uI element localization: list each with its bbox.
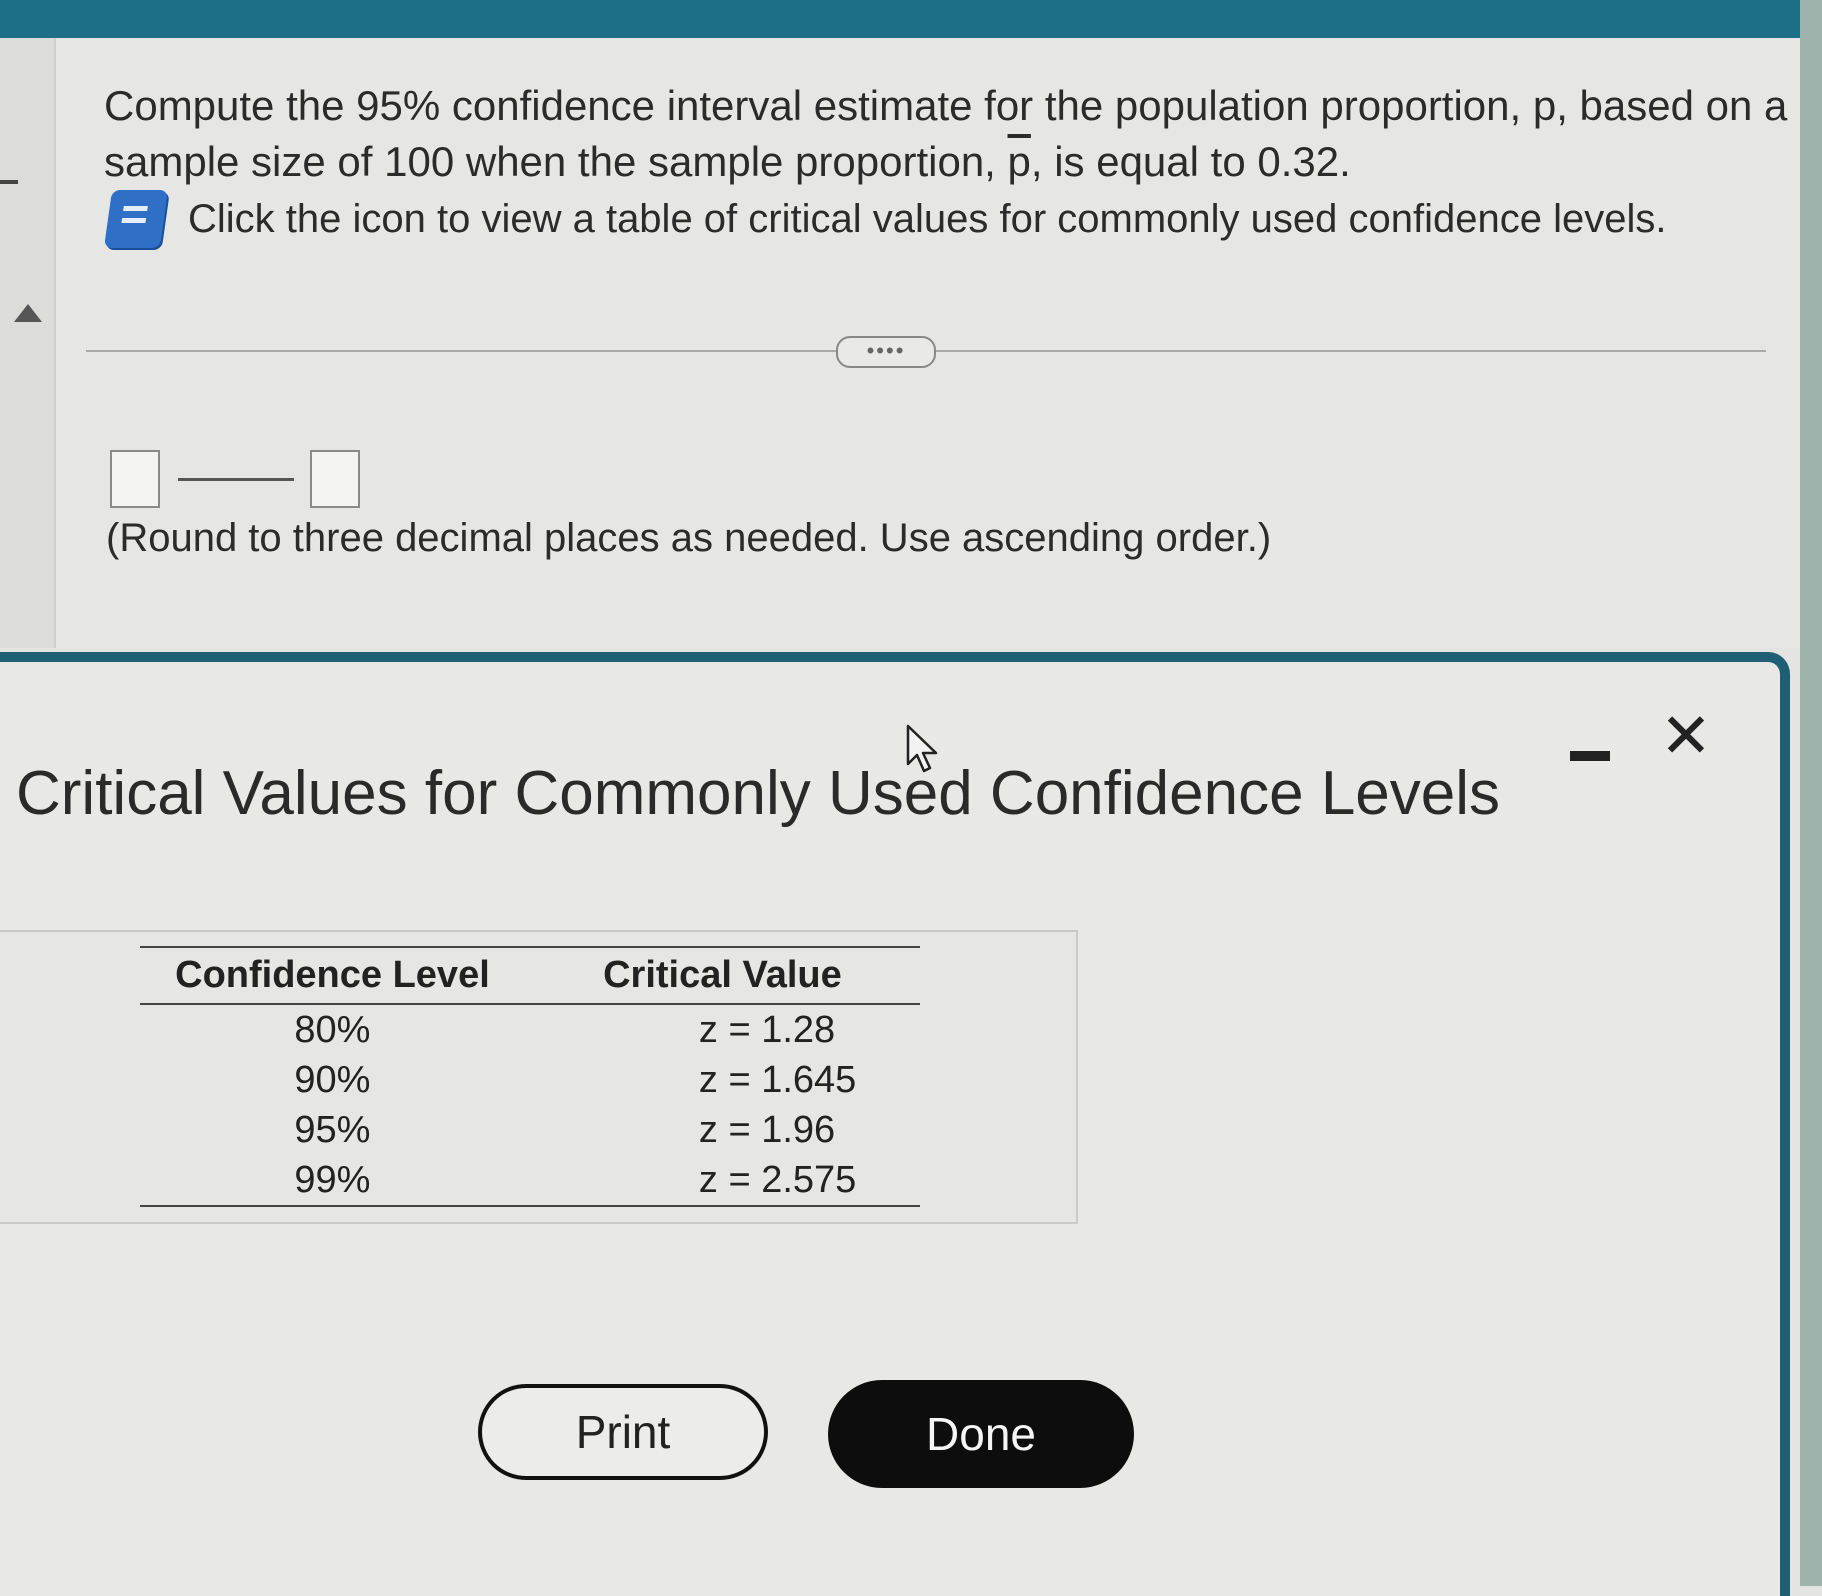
confidence-level-cell: 90% [294, 1059, 371, 1101]
window-right-edge [1800, 0, 1822, 1586]
question-text-part-b: , is equal to 0.32. [1030, 138, 1351, 185]
book-icon[interactable] [103, 190, 169, 248]
table-row: 80% z = 1.28 [140, 1004, 920, 1055]
question-text-part-a: Compute the 95% confidence interval esti… [104, 82, 1788, 185]
question-panel: Compute the 95% confidence interval esti… [56, 38, 1800, 648]
header-critical-value: Critical Value [524, 946, 920, 1005]
critical-value-cell: z = 1.96 [698, 1109, 836, 1151]
collapse-arrow-icon[interactable] [14, 304, 42, 322]
confidence-level-cell: 95% [294, 1109, 371, 1151]
hint-row: Click the icon to view a table of critic… [103, 190, 1667, 248]
critical-value-cell: z = 1.28 [698, 1009, 836, 1051]
lower-bound-input[interactable] [110, 450, 160, 508]
critical-values-table: Confidence Level Critical Value 80% z = … [140, 946, 920, 1207]
close-icon[interactable]: ✕ [1660, 706, 1712, 768]
table-row: 99% z = 2.575 [140, 1155, 920, 1207]
confidence-level-cell: 99% [140, 1155, 525, 1207]
expand-more-button[interactable]: •••• [836, 336, 936, 368]
table-header-row: Confidence Level Critical Value [140, 946, 920, 1005]
question-text: Compute the 95% confidence interval esti… [104, 78, 1794, 190]
confidence-level-cell: 80% [294, 1009, 371, 1051]
critical-value-cell: z = 1.645 [698, 1059, 857, 1101]
left-rail [0, 38, 56, 648]
round-instruction: (Round to three decimal places as needed… [106, 516, 1272, 560]
critical-values-dialog: Critical Values for Commonly Used Confid… [0, 652, 1790, 1596]
mouse-cursor-icon [906, 724, 940, 779]
answer-row [110, 450, 360, 508]
header-confidence-level: Confidence Level [140, 946, 525, 1005]
table-frame: Confidence Level Critical Value 80% z = … [0, 930, 1078, 1224]
p-bar-symbol: p [1007, 138, 1031, 185]
critical-value-cell: z = 2.575 [524, 1155, 920, 1207]
top-header-bar [0, 0, 1800, 38]
rail-dash-marker [0, 180, 18, 184]
hint-text: Click the icon to view a table of critic… [188, 196, 1667, 241]
minimize-icon [1570, 750, 1610, 761]
done-button[interactable]: Done [828, 1380, 1134, 1488]
minimize-button[interactable] [1570, 746, 1614, 762]
interval-dash [178, 477, 294, 481]
table-row: 90% z = 1.645 [140, 1055, 920, 1105]
print-button[interactable]: Print [478, 1384, 768, 1480]
dialog-title: Critical Values for Commonly Used Confid… [16, 759, 1501, 828]
upper-bound-input[interactable] [310, 450, 360, 508]
table-row: 95% z = 1.96 [140, 1105, 920, 1155]
